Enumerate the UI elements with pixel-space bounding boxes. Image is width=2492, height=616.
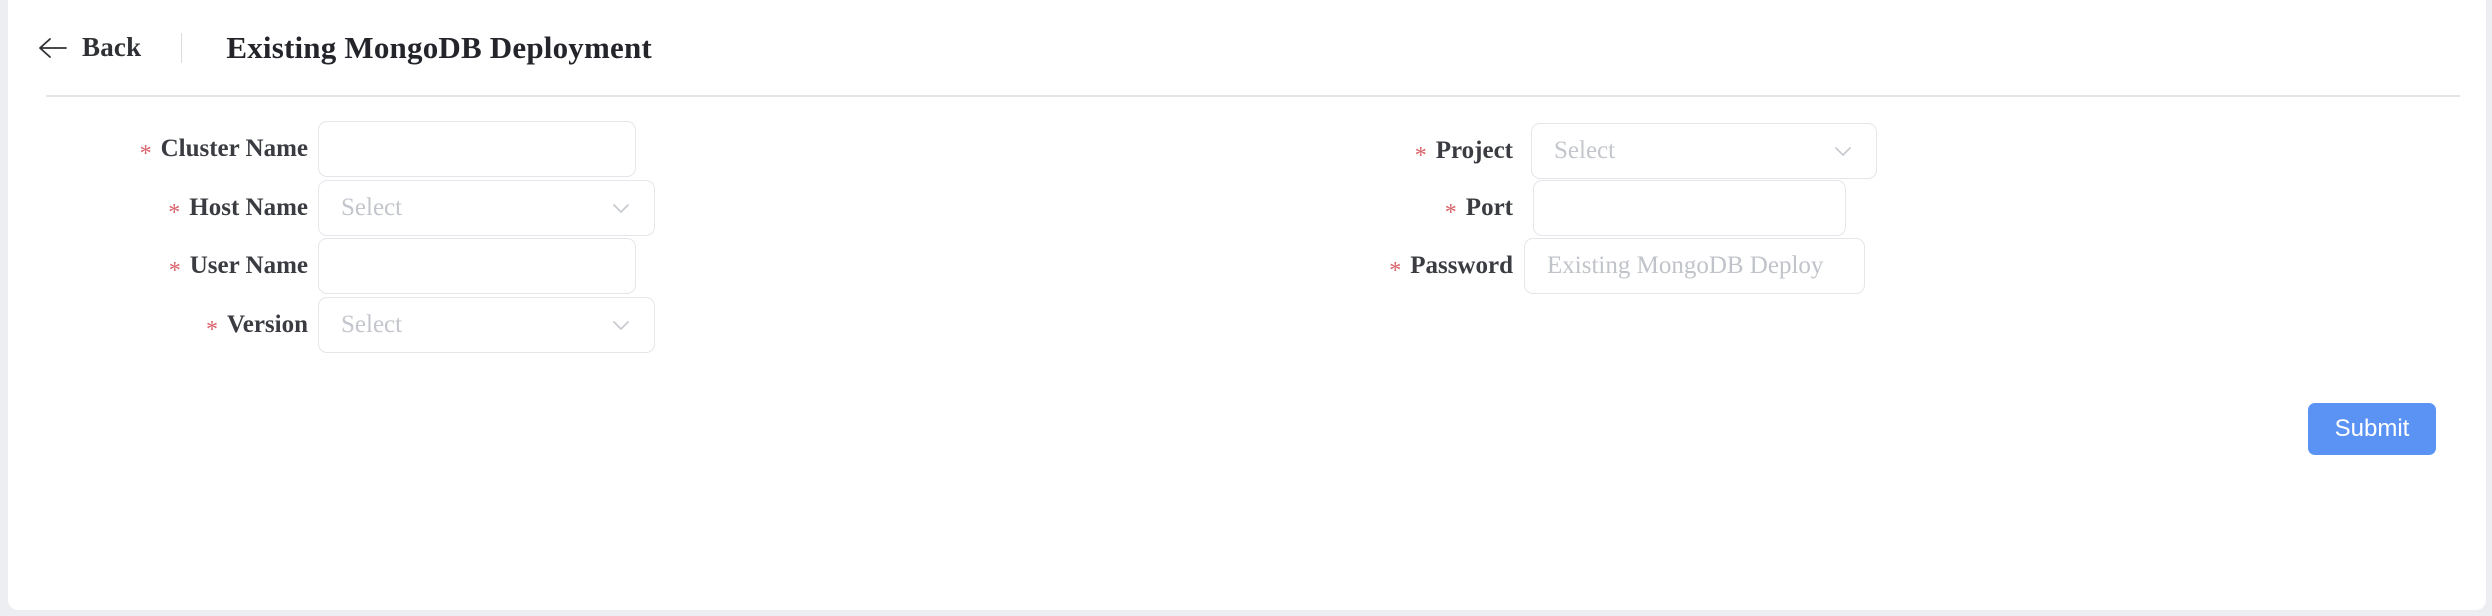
back-button-label: Back — [82, 32, 142, 62]
field-label-password: * Password — [1373, 252, 1513, 284]
required-marker: * — [139, 141, 152, 167]
page-card: Back Existing MongoDB Deployment * Clust… — [8, 0, 2486, 610]
page-title: Existing MongoDB Deployment — [226, 29, 652, 65]
field-version: * Version Select — [126, 297, 655, 353]
field-user-name: * User Name — [126, 238, 636, 294]
arrow-left-icon — [39, 37, 67, 58]
label-text: Project — [1435, 137, 1513, 164]
host-name-select[interactable]: Select — [318, 180, 655, 236]
back-button[interactable]: Back — [38, 32, 141, 63]
host-name-value: Select — [341, 194, 403, 221]
port-input[interactable] — [1533, 180, 1846, 236]
field-cluster-name: * Cluster Name — [126, 121, 636, 177]
chevron-down-icon[interactable] — [608, 195, 634, 221]
field-project: * Project Select — [1413, 123, 1877, 179]
version-select[interactable]: Select — [318, 297, 655, 353]
cluster-name-input[interactable] — [318, 121, 636, 177]
chevron-down-icon[interactable] — [1830, 138, 1856, 164]
version-value: Select — [341, 311, 403, 338]
required-marker: * — [1414, 143, 1427, 169]
field-label-host-name: * Host Name — [126, 194, 308, 226]
field-label-port: * Port — [1413, 194, 1513, 226]
required-marker: * — [168, 258, 181, 284]
password-placeholder: Existing MongoDB Deploy — [1547, 252, 1824, 279]
label-text: Cluster Name — [160, 135, 308, 162]
field-label-project: * Project — [1413, 137, 1513, 169]
submit-button[interactable]: Submit — [2308, 403, 2436, 455]
user-name-input[interactable] — [318, 238, 636, 294]
required-marker: * — [205, 317, 218, 343]
project-value: Select — [1554, 137, 1616, 164]
password-input[interactable]: Existing MongoDB Deploy — [1524, 238, 1865, 294]
project-select[interactable]: Select — [1531, 123, 1877, 179]
field-host-name: * Host Name Select — [126, 180, 655, 236]
label-text: Host Name — [189, 194, 308, 221]
field-port: * Port — [1413, 180, 1846, 236]
deployment-form: * Cluster Name * Host Name Select * User… — [8, 95, 2486, 610]
page-header: Back Existing MongoDB Deployment — [8, 0, 2486, 95]
label-text: Password — [1410, 252, 1513, 279]
chevron-down-icon[interactable] — [608, 312, 634, 338]
field-label-cluster-name: * Cluster Name — [126, 135, 308, 167]
required-marker: * — [1389, 258, 1402, 284]
required-marker: * — [1444, 200, 1457, 226]
label-text: Port — [1465, 194, 1513, 221]
field-label-user-name: * User Name — [126, 252, 308, 284]
label-text: Version — [226, 311, 308, 338]
field-label-version: * Version — [126, 311, 308, 343]
field-password: * Password Existing MongoDB Deploy — [1373, 238, 1865, 294]
header-divider — [181, 32, 183, 63]
label-text: User Name — [189, 252, 308, 279]
required-marker: * — [168, 200, 181, 226]
